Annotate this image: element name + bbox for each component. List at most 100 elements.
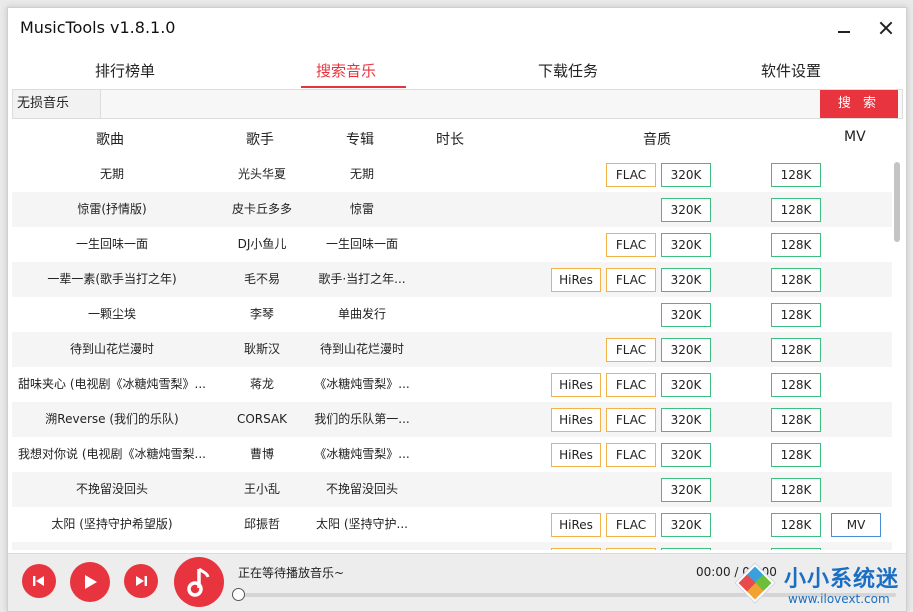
search-input[interactable] — [102, 90, 824, 118]
scrollbar-thumb[interactable] — [894, 162, 900, 242]
header-mv: MV — [844, 129, 866, 145]
album-cover[interactable] — [174, 557, 224, 607]
hires-download-button[interactable]: HiRes — [551, 373, 601, 397]
128k-download-button[interactable]: 128K — [771, 338, 821, 362]
hires-download-button[interactable]: HiRes — [551, 268, 601, 292]
song-artist: 曹博 — [249, 447, 274, 461]
previous-button[interactable] — [22, 564, 56, 598]
skip-previous-icon — [33, 576, 44, 586]
table-row[interactable]: 我想对你说 (电视剧《冰糖炖雪梨... 曹博 《冰糖炖雪梨》... HiRes FLAC… — [12, 437, 892, 472]
128k-download-button[interactable]: 128K — [771, 373, 821, 397]
song-artist: DJ小鱼儿 — [237, 237, 287, 251]
table-row[interactable]: 惊雷(抒情版) 皮卡丘多多 惊雷 320K 128K — [12, 192, 892, 227]
128k-download-button[interactable]: 128K — [771, 513, 821, 537]
scrollbar[interactable] — [893, 160, 901, 540]
128k-download-button[interactable]: 128K — [771, 443, 821, 467]
128k-download-button[interactable]: 128K — [771, 478, 821, 502]
320k-download-button[interactable]: 320K — [661, 163, 711, 187]
title-bar[interactable]: MusicTools v1.8.1.0 — [8, 8, 906, 48]
play-button[interactable] — [70, 562, 110, 602]
song-artist: 毛不易 — [243, 272, 280, 286]
table-row[interactable]: 无期 光头华夏 无期 FLAC 320K 128K — [12, 157, 892, 192]
song-album: 惊雷 — [349, 202, 374, 216]
search-keyword[interactable]: 无损音乐 — [13, 90, 101, 118]
song-album: 不挽留没回头 — [325, 482, 398, 496]
320k-download-button[interactable]: 320K — [661, 303, 711, 327]
flac-download-button[interactable]: FLAC — [606, 548, 656, 550]
search-button[interactable]: 搜 索 — [820, 90, 898, 118]
128k-download-button[interactable]: 128K — [771, 163, 821, 187]
close-button[interactable] — [874, 16, 898, 40]
song-title — [12, 542, 212, 550]
hires-download-button[interactable]: HiRes — [551, 443, 601, 467]
minimize-button[interactable] — [832, 16, 856, 40]
song-title: 甜味夹心 (电视剧《冰糖炖雪梨》... — [18, 377, 206, 391]
hires-download-button[interactable]: HiRes — [551, 513, 601, 537]
flac-download-button[interactable]: FLAC — [606, 513, 656, 537]
progress-handle[interactable] — [232, 588, 245, 601]
watermark-name: 小小系统迷 — [784, 567, 900, 592]
song-title: 无期 — [99, 167, 124, 181]
320k-download-button[interactable]: 320K — [661, 338, 711, 362]
320k-download-button[interactable]: 320K — [661, 233, 711, 257]
song-title: 太阳 (坚持守护希望版) — [51, 517, 173, 531]
table-row[interactable]: 一生回味一面 DJ小鱼儿 一生回味一面 FLAC 320K 128K — [12, 227, 892, 262]
320k-download-button[interactable]: 320K — [661, 548, 711, 550]
table-row[interactable]: 不挽留没回头 王小乱 不挽留没回头 320K 128K — [12, 472, 892, 507]
now-playing-text: 正在等待播放音乐~ — [238, 566, 345, 580]
tab-bar: 排行榜单 搜索音乐 下载任务 软件设置 — [8, 56, 906, 88]
header-artist: 歌手 — [246, 132, 274, 148]
header-album: 专辑 — [346, 132, 374, 148]
header-duration: 时长 — [436, 132, 464, 148]
tab-search-music[interactable]: 搜索音乐 — [281, 60, 411, 88]
song-artist: 光头华夏 — [237, 167, 286, 181]
song-artist: 蒋龙 — [249, 377, 274, 391]
flac-download-button[interactable]: FLAC — [606, 163, 656, 187]
table-row[interactable]: HiRes FLAC 320K 128K — [12, 542, 892, 550]
320k-download-button[interactable]: 320K — [661, 373, 711, 397]
skip-next-icon — [136, 576, 147, 586]
next-button[interactable] — [124, 564, 158, 598]
320k-download-button[interactable]: 320K — [661, 478, 711, 502]
hires-download-button[interactable]: HiRes — [551, 548, 601, 550]
mv-button[interactable]: MV — [831, 513, 881, 537]
128k-download-button[interactable]: 128K — [771, 233, 821, 257]
320k-download-button[interactable]: 320K — [661, 513, 711, 537]
flac-download-button[interactable]: FLAC — [606, 268, 656, 292]
flac-download-button[interactable]: FLAC — [606, 408, 656, 432]
song-artist: 邱振哲 — [243, 517, 280, 531]
flac-download-button[interactable]: FLAC — [606, 338, 656, 362]
song-title: 待到山花烂漫时 — [69, 342, 154, 356]
table-header: 歌曲 歌手 专辑 时长 音质 MV — [8, 126, 906, 152]
table-row[interactable]: 溯Reverse (我们的乐队) CORSAK 我们的乐队第一... HiRes FLA… — [12, 402, 892, 437]
tab-charts[interactable]: 排行榜单 — [60, 60, 190, 88]
table-row[interactable]: 一颗尘埃 李琴 单曲发行 320K 128K — [12, 297, 892, 332]
watermark-url: www.ilovext.com — [788, 592, 890, 606]
watermark-logo-icon — [734, 562, 776, 604]
search-bar: 无损音乐 搜 索 — [12, 89, 903, 119]
128k-download-button[interactable]: 128K — [771, 548, 821, 550]
flac-download-button[interactable]: FLAC — [606, 443, 656, 467]
flac-download-button[interactable]: FLAC — [606, 373, 656, 397]
flac-download-button[interactable]: FLAC — [606, 233, 656, 257]
song-album: 单曲发行 — [337, 307, 386, 321]
tab-download-tasks[interactable]: 下载任务 — [503, 60, 633, 88]
320k-download-button[interactable]: 320K — [661, 408, 711, 432]
tab-settings[interactable]: 软件设置 — [726, 60, 856, 88]
table-row[interactable]: 太阳 (坚持守护希望版) 邱振哲 太阳 (坚持守护... HiRes FLAC 320K 1… — [12, 507, 892, 542]
header-song: 歌曲 — [96, 132, 124, 148]
hires-download-button[interactable]: HiRes — [551, 408, 601, 432]
320k-download-button[interactable]: 320K — [661, 443, 711, 467]
table-row[interactable]: 待到山花烂漫时 耿斯汉 待到山花烂漫时 FLAC 320K 128K — [12, 332, 892, 367]
table-row[interactable]: 甜味夹心 (电视剧《冰糖炖雪梨》... 蒋龙 《冰糖炖雪梨》... HiRes FLAC… — [12, 367, 892, 402]
320k-download-button[interactable]: 320K — [661, 198, 711, 222]
table-row[interactable]: 一辈一素(歌手当打之年) 毛不易 歌手·当打之年... HiRes FLAC 320K 12… — [12, 262, 892, 297]
128k-download-button[interactable]: 128K — [771, 198, 821, 222]
128k-download-button[interactable]: 128K — [771, 303, 821, 327]
128k-download-button[interactable]: 128K — [771, 408, 821, 432]
128k-download-button[interactable]: 128K — [771, 268, 821, 292]
app-window: MusicTools v1.8.1.0 排行榜单 搜索音乐 下载任务 软件设置 … — [7, 7, 907, 612]
song-album: 《冰糖炖雪梨》... — [314, 377, 410, 391]
320k-download-button[interactable]: 320K — [661, 268, 711, 292]
song-album: 一生回味一面 — [325, 237, 398, 251]
